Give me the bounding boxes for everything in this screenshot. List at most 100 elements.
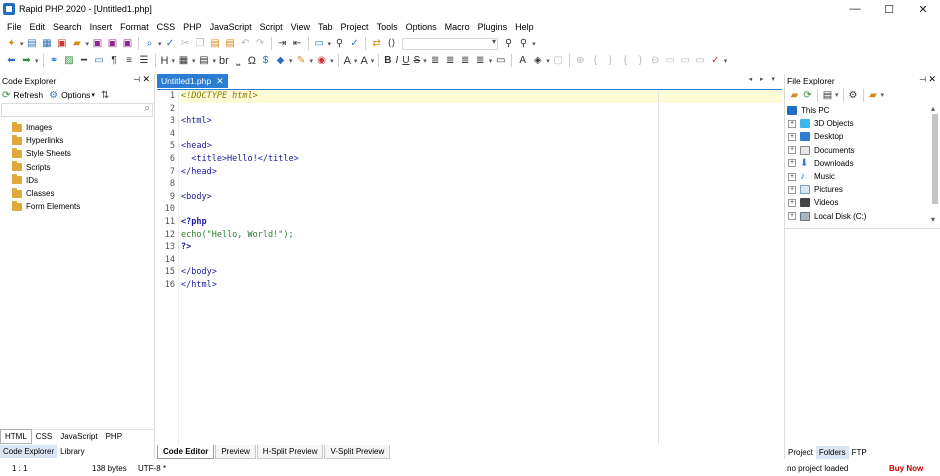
justify-icon[interactable]: ≣ xyxy=(475,55,486,66)
expand-icon[interactable]: + xyxy=(788,172,796,181)
horizontal-rule-icon[interactable]: ━ xyxy=(79,55,90,66)
back-arrow-icon[interactable]: ⬅ xyxy=(6,55,17,66)
find-dropdown-icon[interactable]: ▾ xyxy=(158,40,162,48)
nav-dropdown-icon[interactable]: ▾ xyxy=(35,57,39,65)
color-icon[interactable]: ◉ xyxy=(316,55,327,66)
buy-now-link[interactable]: Buy Now xyxy=(889,462,923,476)
tag-icon[interactable]: ◆ xyxy=(275,55,286,66)
pin-icon[interactable]: ⊣ xyxy=(133,75,140,84)
tab-preview[interactable]: Preview xyxy=(215,445,256,459)
new-document-icon[interactable]: ▤ xyxy=(27,38,38,49)
code-block-icon[interactable]: ⟨⟩ xyxy=(386,38,397,49)
brush-icon[interactable]: ✎ xyxy=(296,55,307,66)
sort-button[interactable]: ⇅ xyxy=(101,90,112,101)
expand-icon[interactable]: + xyxy=(788,132,796,141)
menu-options[interactable]: Options xyxy=(402,19,441,35)
window-layout-icon[interactable]: ▭ xyxy=(314,38,325,49)
tree-item-documents[interactable]: + Documents xyxy=(785,144,940,157)
table-dropdown-icon[interactable]: ▾ xyxy=(192,57,196,65)
view-mode-dropdown-icon[interactable]: ▾ xyxy=(835,91,839,99)
ordered-list-icon[interactable]: ≡ xyxy=(124,55,135,66)
line-break-button[interactable]: br xyxy=(219,55,229,67)
refresh-icon[interactable]: ⟳ xyxy=(802,90,813,101)
menu-plugins[interactable]: Plugins xyxy=(474,19,512,35)
expand-icon[interactable]: + xyxy=(788,185,796,194)
new-file-dropdown-icon[interactable]: ▾ xyxy=(20,40,24,48)
italic-button[interactable]: I xyxy=(396,55,399,66)
code-editor[interactable]: 1 2 3 4 5 6 7 8 9 10 11 12 13 14 15 16 <… xyxy=(157,89,782,445)
tree-item-videos[interactable]: + Videos xyxy=(785,196,940,209)
tree-item-style-sheets[interactable]: Style Sheets xyxy=(0,147,154,160)
settings-icon[interactable]: ⚙ xyxy=(848,90,859,101)
tab-ftp[interactable]: FTP xyxy=(849,446,870,459)
strikethrough-button[interactable]: S xyxy=(414,55,421,66)
tab-folders[interactable]: Folders xyxy=(815,445,849,459)
tree-item-desktop[interactable]: + Desktop xyxy=(785,130,940,143)
layout-dropdown-icon[interactable]: ▾ xyxy=(328,40,332,48)
menu-view[interactable]: View xyxy=(287,19,314,35)
brace-close-icon[interactable]: } xyxy=(605,55,616,66)
scroll-down-icon[interactable]: ▾ xyxy=(931,215,935,224)
tag-dropdown-icon[interactable]: ▾ xyxy=(289,57,293,65)
close-tab-icon[interactable]: ✕ xyxy=(216,76,224,87)
menu-script[interactable]: Script xyxy=(256,19,287,35)
new-html-icon[interactable]: ▦ xyxy=(42,38,53,49)
redo-icon[interactable]: ↷ xyxy=(255,38,266,49)
nbsp-icon[interactable]: ⎵ xyxy=(233,55,244,66)
document-tab-untitled1[interactable]: Untitled1.php ✕ xyxy=(157,74,228,88)
table-icon[interactable]: ▦ xyxy=(178,55,189,66)
tab-html[interactable]: HTML xyxy=(0,429,32,444)
image-icon[interactable]: ▨ xyxy=(64,55,75,66)
menu-javascript[interactable]: JavaScript xyxy=(206,19,256,35)
encoding[interactable]: UTF-8 * xyxy=(138,462,166,476)
menu-tab[interactable]: Tab xyxy=(314,19,337,35)
bookmark-next-icon[interactable]: ▭ xyxy=(680,55,691,66)
snippet-icon[interactable]: ⇄ xyxy=(371,38,382,49)
special-chars-button[interactable]: Ω xyxy=(248,55,256,67)
code-explorer-search-input[interactable]: ⌕ xyxy=(1,103,153,117)
color-dropdown-icon[interactable]: ▾ xyxy=(330,57,334,65)
open-dropdown-icon[interactable]: ▾ xyxy=(86,40,90,48)
search-icon[interactable]: ⌕ xyxy=(144,103,150,114)
bookmark-prev-icon[interactable]: ▭ xyxy=(695,55,706,66)
tab-code-editor[interactable]: Code Editor xyxy=(157,445,215,459)
brace-match-icon[interactable]: { xyxy=(620,55,631,66)
tree-item-scripts[interactable]: Scripts xyxy=(0,161,154,174)
tab-css[interactable]: CSS xyxy=(32,430,56,443)
favorites-dropdown-icon[interactable]: ▾ xyxy=(881,91,885,99)
new-file-icon[interactable]: ✦ xyxy=(6,38,17,49)
expand-icon[interactable]: + xyxy=(788,212,796,221)
highlight-dropdown-icon[interactable]: ▾ xyxy=(546,57,550,65)
expand-icon[interactable]: + xyxy=(788,159,796,168)
heading-dropdown-icon[interactable]: ▾ xyxy=(171,57,175,65)
maximize-button[interactable]: ☐ xyxy=(872,0,906,18)
save-icon[interactable]: ▣ xyxy=(92,38,103,49)
close-file-icon[interactable]: ▣ xyxy=(122,38,133,49)
menu-css[interactable]: CSS xyxy=(153,19,180,35)
tree-item-ids[interactable]: IDs xyxy=(0,174,154,187)
menu-project[interactable]: Project xyxy=(337,19,373,35)
form-dropdown-icon[interactable]: ▾ xyxy=(213,57,217,65)
unordered-list-icon[interactable]: ☰ xyxy=(139,55,150,66)
underline-button[interactable]: U xyxy=(402,55,409,66)
align-left-icon[interactable]: ≣ xyxy=(430,55,441,66)
tab-javascript[interactable]: JavaScript xyxy=(56,430,101,443)
align-dropdown-icon[interactable]: ▾ xyxy=(489,57,493,65)
tree-item-pictures[interactable]: + Pictures xyxy=(785,183,940,196)
new-folder-icon[interactable]: ▰ xyxy=(789,90,800,101)
options-button[interactable]: ⚙ Options ▾ xyxy=(49,90,95,101)
comment-icon[interactable]: ▭ xyxy=(94,55,105,66)
menu-edit[interactable]: Edit xyxy=(26,19,50,35)
tree-item-music[interactable]: + ♪ Music xyxy=(785,170,940,183)
close-icon[interactable]: ✕ xyxy=(142,74,150,85)
scroll-up-icon[interactable]: ▴ xyxy=(931,104,935,113)
find-prev-icon[interactable]: ⚲ xyxy=(518,38,529,49)
new-template-icon[interactable]: ▣ xyxy=(57,38,68,49)
code-text-area[interactable]: <!DOCTYPE html> <html> <head> <title>Hel… xyxy=(181,90,782,445)
menu-help[interactable]: Help xyxy=(511,19,538,35)
spellcheck-icon[interactable]: ✓ xyxy=(165,38,176,49)
highlight-icon[interactable]: ◈ xyxy=(532,55,543,66)
close-window-button[interactable]: ✕ xyxy=(906,0,940,18)
expand-icon[interactable]: + xyxy=(788,146,796,155)
pin-icon[interactable]: ⊣ xyxy=(919,75,926,84)
